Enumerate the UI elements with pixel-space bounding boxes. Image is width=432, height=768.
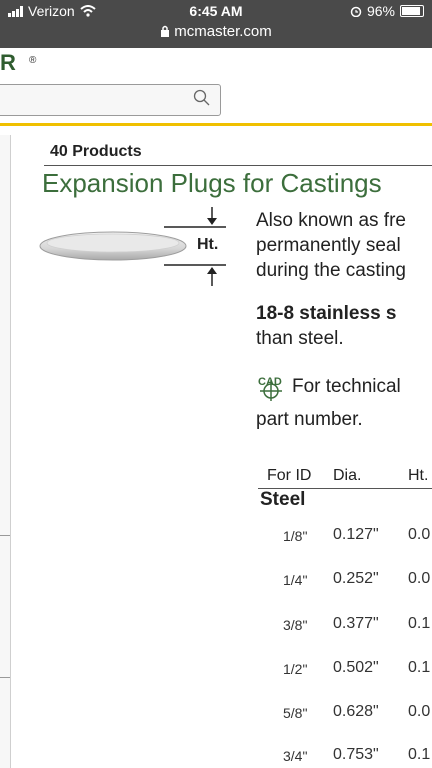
description-line: permanently seal <box>256 235 401 256</box>
material-bold: 18-8 stainless s <box>256 303 397 324</box>
cell-dia: 0.252" <box>333 570 379 587</box>
cell-dia: 0.628" <box>333 703 379 720</box>
cell-ht: 0.1 <box>408 615 431 632</box>
battery-icon <box>400 5 424 17</box>
url-text: mcmaster.com <box>174 23 272 40</box>
search-input[interactable] <box>0 84 221 116</box>
height-label: Ht. <box>197 236 219 253</box>
cell-for-id: 5/8" <box>283 705 308 721</box>
cell-dia: 0.377" <box>333 615 379 632</box>
cell-for-id: 1/8" <box>283 528 308 544</box>
material-note: 18-8 stainless s than steel. <box>256 301 396 351</box>
cell-dia: 0.502" <box>333 659 379 676</box>
alarm-icon <box>350 6 362 17</box>
cell-ht: 0.0 <box>408 526 431 543</box>
address-bar[interactable]: mcmaster.com <box>0 23 432 40</box>
cell-for-id: 1/4" <box>283 572 308 588</box>
cell-for-id: 3/4" <box>283 748 308 764</box>
search-icon[interactable] <box>193 89 211 107</box>
material-rest: than steel. <box>256 328 344 349</box>
battery-percent: 96% <box>366 3 395 19</box>
registered-mark: ® <box>29 55 37 66</box>
sidebar[interactable] <box>0 135 11 768</box>
product-count: 40 Products <box>50 143 142 160</box>
sidebar-divider <box>0 535 10 536</box>
column-header-ht: Ht. <box>408 467 429 484</box>
cell-ht: 0.1 <box>408 746 431 763</box>
cad-icon-label: CAD <box>258 376 282 388</box>
cell-for-id: 3/8" <box>283 617 308 633</box>
cad-text: For technical <box>292 376 401 397</box>
status-right: 96% <box>350 3 424 19</box>
column-header-dia: Dia. <box>333 467 362 484</box>
column-header-for-id: For ID <box>267 467 312 484</box>
description-line: Also known as fre <box>256 210 406 231</box>
height-dimension-icon <box>164 207 226 286</box>
table-group-heading: Steel <box>260 489 306 510</box>
header-accent-bar <box>0 123 432 126</box>
status-bar: Verizon 6:45 AM mcmaster.com 96% <box>0 0 432 48</box>
description-line: during the casting <box>256 260 406 281</box>
cell-dia: 0.753" <box>333 746 379 763</box>
lock-icon <box>161 25 170 37</box>
page-title: Expansion Plugs for Castings <box>42 168 382 198</box>
product-description: Also known as fre permanently seal durin… <box>256 208 406 283</box>
cad-icon[interactable]: CAD <box>256 373 290 401</box>
cell-for-id: 1/2" <box>283 661 308 677</box>
sidebar-divider <box>0 677 10 678</box>
cad-note: CAD For technical part number. <box>256 370 401 436</box>
cell-ht: 0.1 <box>408 659 431 676</box>
cell-ht: 0.0 <box>408 570 431 587</box>
cell-ht: 0.0 <box>408 703 431 720</box>
title-divider <box>44 165 432 166</box>
cad-text-line2: part number. <box>256 409 363 430</box>
cell-dia: 0.127" <box>333 526 379 543</box>
site-logo[interactable]: R <box>0 50 16 76</box>
